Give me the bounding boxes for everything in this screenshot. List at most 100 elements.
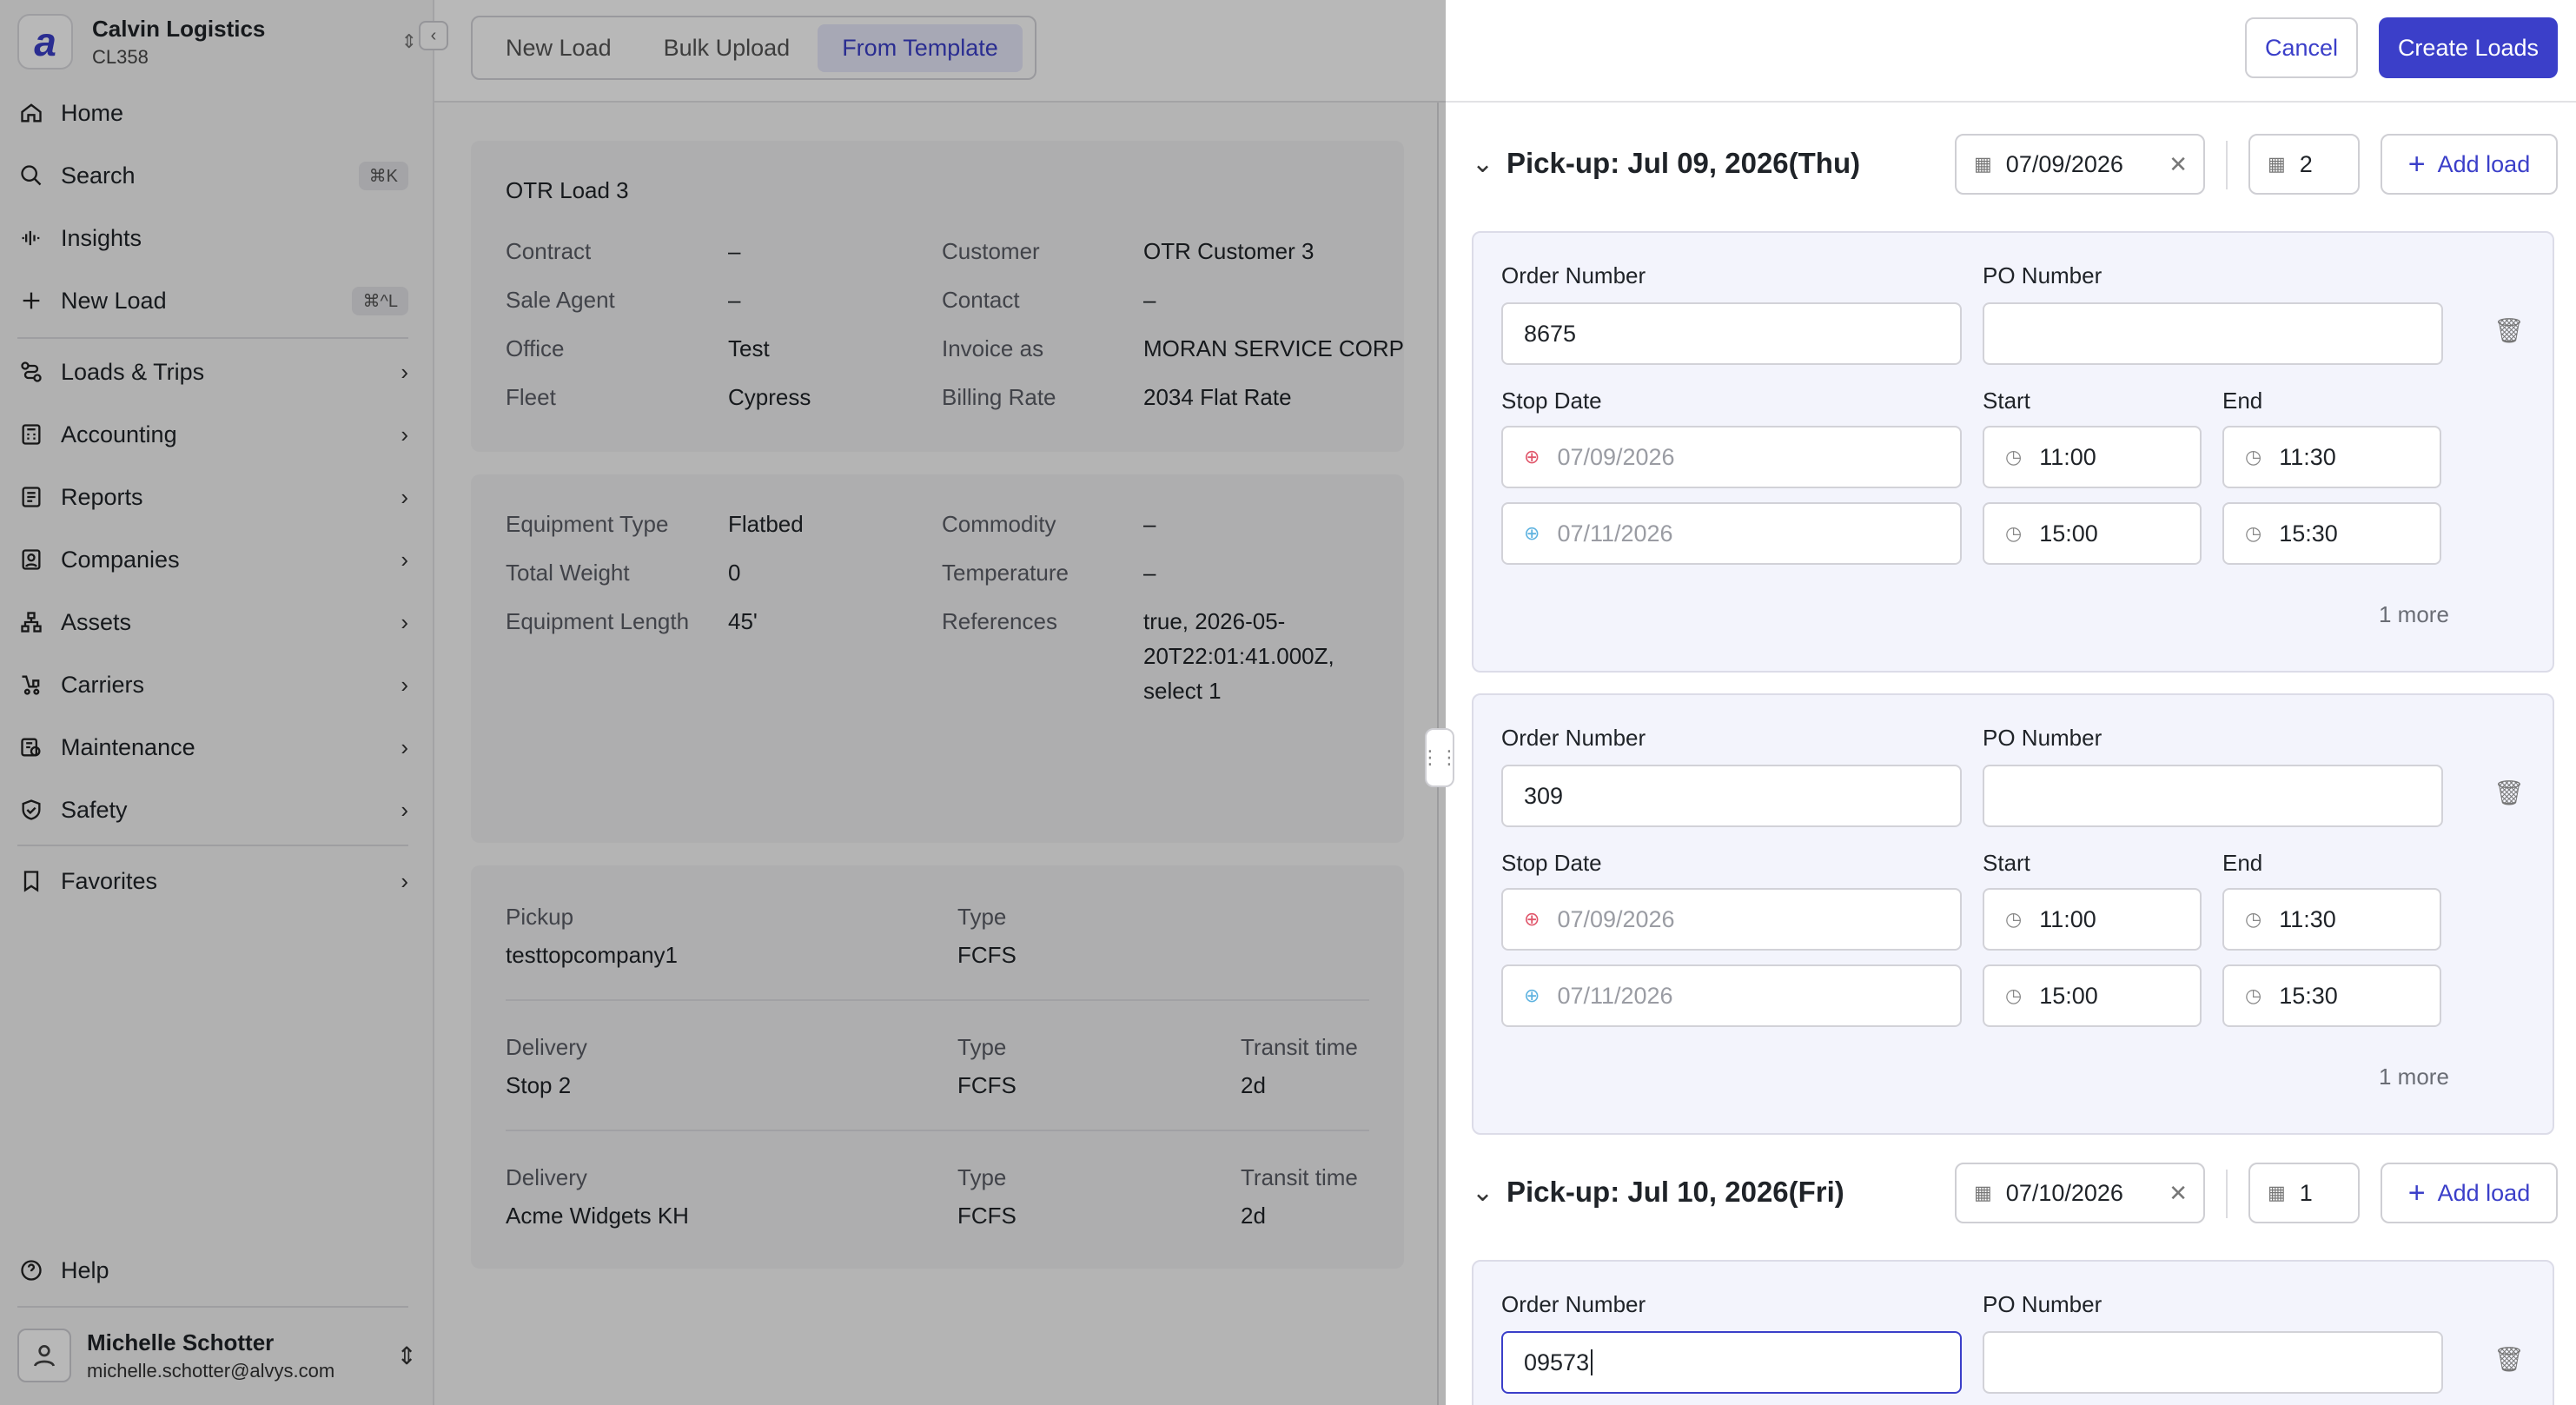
- order-number-value: 09573: [1524, 1349, 1590, 1375]
- po-number-input[interactable]: [1983, 765, 2443, 827]
- order-number-input[interactable]: 8675: [1501, 302, 1962, 365]
- nav-accounting[interactable]: Accounting ›: [17, 413, 408, 456]
- order-number-input[interactable]: 09573: [1501, 1331, 1962, 1394]
- nav-divider: [17, 845, 408, 846]
- tab-from-template[interactable]: From Template: [818, 23, 1023, 72]
- pickup-end-time-input[interactable]: ◷ 11:30: [2222, 426, 2441, 488]
- nav-new-load[interactable]: New Load ⌘^L: [17, 279, 408, 322]
- delivery-end-time-input[interactable]: ◷ 15:30: [2222, 964, 2441, 1027]
- tab-bulk-upload[interactable]: Bulk Upload: [639, 24, 815, 72]
- nav-maintenance[interactable]: Maintenance ›: [17, 726, 408, 769]
- clear-icon[interactable]: ✕: [2169, 1180, 2188, 1207]
- add-load-button[interactable]: + Add load: [2381, 134, 2558, 195]
- calendar-icon: ▦: [2268, 153, 2286, 175]
- field-value: 0: [728, 560, 741, 586]
- add-load-label: Add load: [2437, 1179, 2531, 1206]
- nav-reports[interactable]: Reports ›: [17, 475, 408, 519]
- drag-handle-icon[interactable]: ⋮⋮: [1420, 728, 1459, 787]
- pickup-start-time-input[interactable]: ◷ 11:00: [1983, 888, 2202, 951]
- chevron-down-icon[interactable]: ⌄: [1472, 1177, 1507, 1208]
- field-label: Transit time: [1241, 1164, 1358, 1190]
- calendar-icon: ▦: [1974, 153, 1992, 175]
- org-switcher[interactable]: a Calvin Logistics CL358 ⇕: [17, 14, 417, 70]
- chevron-right-icon: ›: [401, 546, 408, 573]
- pickup-stop-date-input[interactable]: ⊕ 07/09/2026: [1501, 888, 1962, 951]
- delivery-end-time-input[interactable]: ◷ 15:30: [2222, 502, 2441, 565]
- pickup-date-input[interactable]: ▦ 07/09/2026 ✕: [1955, 134, 2205, 195]
- delivery-arrow-icon: ⊕: [1524, 522, 1540, 544]
- field-label: End: [2222, 388, 2263, 414]
- delivery-start-time-input[interactable]: ◷ 15:00: [1983, 964, 2202, 1027]
- time-value: 15:30: [2279, 982, 2338, 1009]
- create-loads-button[interactable]: Create Loads: [2379, 17, 2558, 78]
- add-load-button[interactable]: + Add load: [2381, 1163, 2558, 1223]
- chevron-right-icon: ›: [401, 867, 408, 894]
- delivery-start-time-input[interactable]: ◷ 15:00: [1983, 502, 2202, 565]
- order-number-input[interactable]: 309: [1501, 765, 1962, 827]
- field-label: Contract: [506, 238, 592, 264]
- pickup-end-time-input[interactable]: ◷ 11:30: [2222, 888, 2441, 951]
- nav-search[interactable]: Search ⌘K: [17, 154, 408, 197]
- user-menu[interactable]: Michelle Schotter michelle.schotter@alvy…: [17, 1322, 417, 1388]
- nav-safety[interactable]: Safety ›: [17, 788, 408, 832]
- nav-carriers[interactable]: Carriers ›: [17, 663, 408, 706]
- clear-icon[interactable]: ✕: [2169, 151, 2188, 178]
- nav-loads-trips[interactable]: Loads & Trips ›: [17, 350, 408, 394]
- nav-home[interactable]: Home: [17, 91, 408, 135]
- field-label: Type: [957, 1034, 1007, 1060]
- load-count-input[interactable]: ▦ 2: [2248, 134, 2360, 195]
- field-label: Invoice as: [942, 335, 1044, 361]
- trash-icon[interactable]: 🗑: [2493, 1345, 2525, 1374]
- cancel-button[interactable]: Cancel: [2245, 17, 2358, 78]
- field-value: –: [1143, 511, 1156, 537]
- collapse-sidebar-button[interactable]: ‹: [419, 21, 448, 50]
- field-value: Cypress: [728, 384, 811, 410]
- more-stops-link[interactable]: 1 more: [2379, 601, 2449, 628]
- po-number-input[interactable]: [1983, 302, 2443, 365]
- field-value: 45': [728, 608, 758, 634]
- org-name: Calvin Logistics: [92, 15, 266, 42]
- route-icon: [17, 358, 45, 386]
- field-label: End: [2222, 850, 2263, 876]
- delivery-stop-date-input[interactable]: ⊕ 07/11/2026: [1501, 502, 1962, 565]
- avatar: [17, 1329, 71, 1382]
- loads-editor-panel: ⌄ Pick-up: Jul 09, 2026(Thu) ▦ 07/09/202…: [1447, 103, 2576, 1405]
- clock-icon: ◷: [2245, 446, 2262, 467]
- more-stops-link[interactable]: 1 more: [2379, 1064, 2449, 1090]
- field-label: Equipment Type: [506, 511, 669, 537]
- chevron-right-icon: ›: [401, 421, 408, 447]
- field-value: –: [728, 287, 741, 313]
- nav-divider: [17, 1306, 408, 1308]
- chevron-left-icon: ‹: [430, 25, 437, 45]
- shortcut-badge: ⌘K: [358, 161, 408, 190]
- template-stops-card: Pickup testtopcompany1 Type FCFS Deliver…: [471, 865, 1404, 1269]
- delivery-stop-date-input[interactable]: ⊕ 07/11/2026: [1501, 964, 1962, 1027]
- po-number-input[interactable]: [1983, 1331, 2443, 1394]
- clock-icon: ◷: [2005, 984, 2023, 1006]
- nav-companies[interactable]: Companies ›: [17, 538, 408, 581]
- field-label: Commodity: [942, 511, 1056, 537]
- shield-icon: [17, 796, 45, 824]
- nav-favorites[interactable]: Favorites ›: [17, 859, 408, 903]
- nav-assets[interactable]: Assets ›: [17, 600, 408, 644]
- pickup-date-input[interactable]: ▦ 07/10/2026 ✕: [1955, 1163, 2205, 1223]
- stop-date-value: 07/11/2026: [1557, 520, 1673, 547]
- bookmark-icon: [17, 867, 45, 895]
- trash-icon[interactable]: 🗑: [2493, 779, 2525, 807]
- transit-time: 2d: [1241, 1203, 1266, 1229]
- load-count-input[interactable]: ▦ 1: [2248, 1163, 2360, 1223]
- template-info-card: OTR Load 3 Contract – Customer OTR Custo…: [471, 141, 1404, 452]
- trash-icon[interactable]: 🗑: [2493, 316, 2525, 345]
- shortcut-badge: ⌘^L: [352, 286, 408, 315]
- template-summary-panel: OTR Load 3 Contract – Customer OTR Custo…: [434, 103, 1446, 1405]
- pickup-stop-date-input[interactable]: ⊕ 07/09/2026: [1501, 426, 1962, 488]
- chevron-down-icon[interactable]: ⌄: [1472, 149, 1507, 179]
- pickup-start-time-input[interactable]: ◷ 11:00: [1983, 426, 2202, 488]
- field-value: Flatbed: [728, 511, 804, 537]
- field-label: Sale Agent: [506, 287, 615, 313]
- stop-name: Acme Widgets KH: [506, 1203, 689, 1229]
- tab-new-load[interactable]: New Load: [481, 24, 636, 72]
- nav-help[interactable]: Help: [17, 1249, 408, 1292]
- nav-insights[interactable]: Insights: [17, 216, 408, 260]
- pickup-title: Pick-up: Jul 10, 2026(Fri): [1507, 1176, 1844, 1208]
